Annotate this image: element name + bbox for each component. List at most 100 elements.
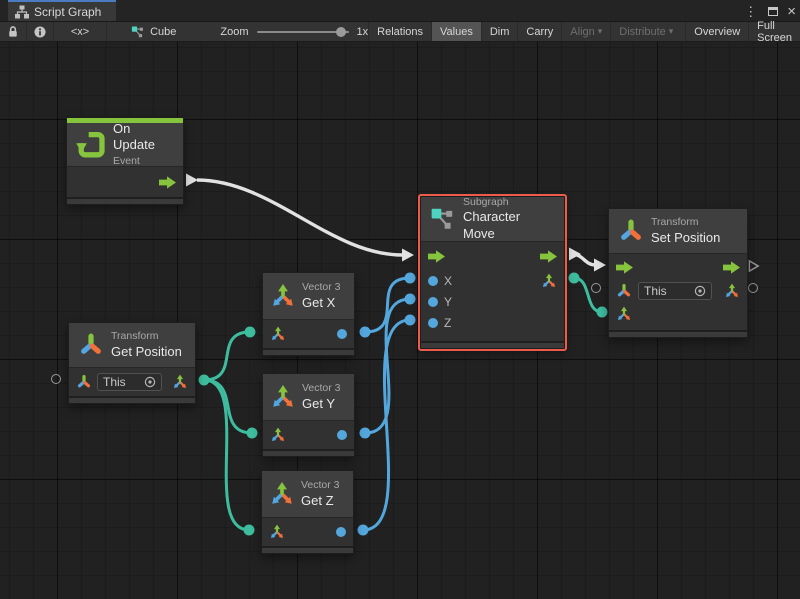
target-field[interactable]: This [638,282,712,300]
align-button[interactable]: Align ▾ [561,22,610,41]
close-icon[interactable]: × [787,4,796,19]
inspect-button[interactable] [27,22,54,41]
zoom-slider[interactable] [257,31,349,33]
node-category: Vector 3 [302,280,341,294]
vector3-input-icon[interactable] [616,306,632,322]
input-label-z: Z [444,316,451,330]
vector3-output-icon[interactable] [541,273,557,289]
full-screen-label: Full Screen [757,20,792,44]
transform-icon [78,332,104,358]
lock-button[interactable] [0,22,27,41]
object-picker-icon[interactable] [694,285,706,297]
vector3-icon [270,283,296,309]
transform-input-icon[interactable] [76,374,92,390]
target-value: This [103,375,140,389]
node-category: Subgraph [463,195,555,209]
setposition-value-out-port[interactable] [748,283,758,293]
chevron-down-icon: ▾ [669,26,674,37]
info-icon [34,26,46,38]
carry-button[interactable]: Carry [517,22,561,41]
node-title: Get Position [111,344,182,361]
flow-input-port[interactable] [616,261,633,274]
node-header: On Update Event [67,123,183,166]
setposition-target-port[interactable] [591,283,601,293]
flow-output-port[interactable] [159,176,176,189]
float-output-port[interactable] [337,430,347,440]
node-header: Transform Set Position [609,209,747,253]
target-field[interactable]: This [97,373,162,391]
node-title: Set Position [651,230,720,247]
input-port-y[interactable] [428,297,438,307]
float-output-port[interactable] [336,527,346,537]
code-preview-label: <x> [71,26,89,38]
target-value: This [644,284,690,298]
dim-button[interactable]: Dim [481,22,518,41]
vector3-icon [269,481,295,507]
node-set-position[interactable]: Transform Set Position This [608,208,748,338]
lock-icon [7,25,19,38]
vector3-input-icon[interactable] [269,524,285,540]
object-picker-icon[interactable] [144,376,156,388]
node-character-move[interactable]: Subgraph Character Move X [420,196,565,349]
zoom-control: Zoom 1x [186,22,368,41]
graph-owner-label: Cube [150,26,176,38]
overview-button[interactable]: Overview [685,22,748,41]
setposition-flow-out-port[interactable] [748,259,760,273]
maximize-icon[interactable] [768,7,778,16]
node-title: Get Z [301,493,340,510]
vector3-input-icon[interactable] [270,427,286,443]
tab-title: Script Graph [34,5,101,19]
overview-label: Overview [694,26,740,38]
node-title: Get Y [302,396,341,413]
align-label: Align [570,26,594,38]
node-footer [263,449,354,456]
input-port-x[interactable] [428,276,438,286]
flow-wire-onupdate-to-charactermove [186,174,414,262]
subgraph-icon [430,206,456,232]
vector3-input-icon[interactable] [270,326,286,342]
node-on-update[interactable]: On Update Event [66,117,184,205]
window-menu-icon[interactable]: ⋮ [742,5,759,18]
node-header: Vector 3 Get X [263,273,354,319]
input-label-x: X [444,274,452,288]
node-header: Subgraph Character Move [421,197,564,241]
distribute-button[interactable]: Distribute ▾ [610,22,681,41]
values-button[interactable]: Values [431,22,481,41]
dim-label: Dim [490,26,510,38]
carry-label: Carry [526,26,553,38]
node-get-z[interactable]: Vector 3 Get Z [261,470,354,554]
input-port-z[interactable] [428,318,438,328]
node-get-x[interactable]: Vector 3 Get X [262,272,355,356]
code-preview-button[interactable]: <x> [54,22,107,41]
getposition-target-port[interactable] [51,374,61,384]
vector3-icon [270,384,296,410]
distribute-label: Distribute [619,26,665,38]
relations-button[interactable]: Relations [368,22,431,41]
node-footer [421,341,564,348]
node-get-y[interactable]: Vector 3 Get Y [262,373,355,457]
transform-icon [618,218,644,244]
flow-output-port[interactable] [723,261,740,274]
tab-script-graph[interactable]: Script Graph [8,0,116,21]
node-title: On Update [113,121,174,155]
graph-canvas[interactable]: On Update Event Subgraph Character Move [0,42,800,599]
flow-input-port[interactable] [428,250,445,263]
float-output-port[interactable] [337,329,347,339]
node-header: Transform Get Position [69,323,195,367]
chevron-down-icon: ▾ [598,26,603,37]
vector3-output-icon[interactable] [172,374,188,390]
node-category: Transform [111,329,182,343]
full-screen-button[interactable]: Full Screen [748,22,800,41]
node-get-position[interactable]: Transform Get Position This [68,322,196,404]
relations-label: Relations [377,26,423,38]
node-title: Character Move [463,209,555,243]
input-label-y: Y [444,295,452,309]
graph-owner[interactable]: Cube [121,22,186,41]
node-footer [263,348,354,355]
vector3-output-icon[interactable] [724,283,740,299]
transform-input-icon[interactable] [616,283,632,299]
zoom-label: Zoom [220,26,248,38]
flow-output-port[interactable] [540,250,557,263]
node-title: Get X [302,295,341,312]
zoom-slider-handle[interactable] [336,27,346,37]
